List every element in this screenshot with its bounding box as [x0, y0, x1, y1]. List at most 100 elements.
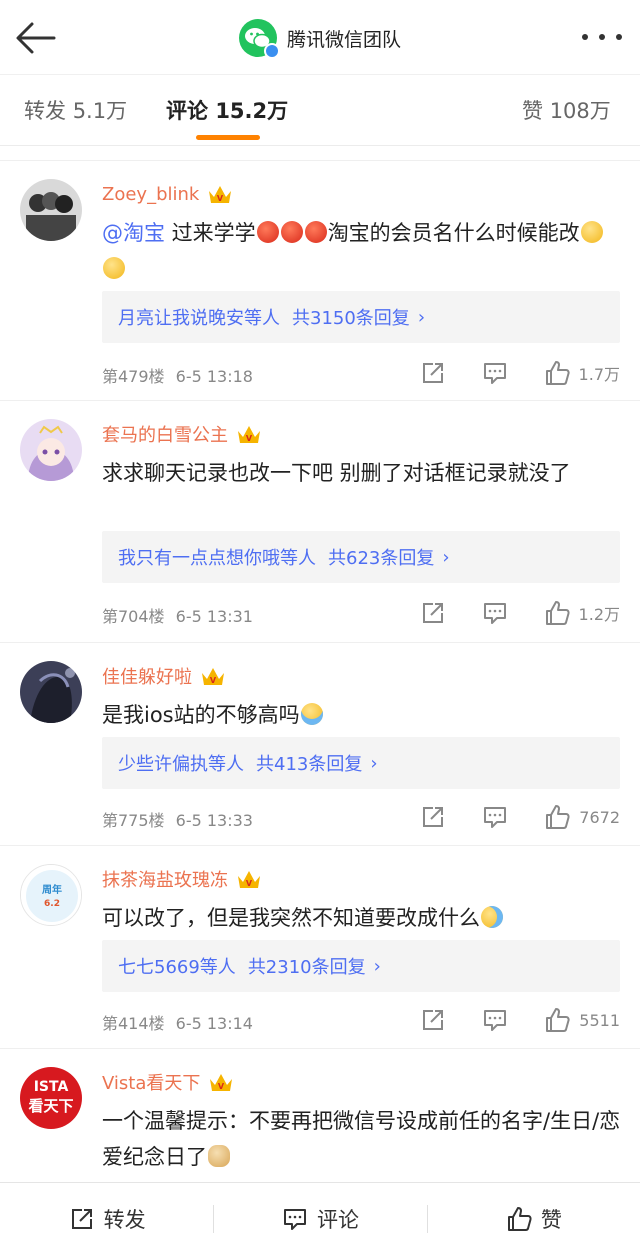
- tab-like[interactable]: 赞 108万: [522, 95, 611, 125]
- tab-repost[interactable]: 转发 5.1万: [24, 95, 127, 125]
- avatar[interactable]: ISTA 看天下: [20, 1067, 82, 1129]
- username[interactable]: 佳佳躲好啦: [102, 663, 192, 689]
- timestamp: 6-5 13:18: [175, 367, 253, 386]
- comment-actions: 1.7万: [387, 359, 620, 387]
- avatar-title: 看天下: [28, 1097, 73, 1115]
- shush-emoji-icon: [580, 221, 603, 243]
- comment-icon[interactable]: [481, 599, 511, 627]
- comment-text-part: 是我ios站的不够高吗: [102, 703, 300, 727]
- crying-emoji-icon: [300, 703, 323, 725]
- comment-meta: 第479楼 6-5 13:18: [102, 363, 253, 387]
- reply-summary[interactable]: 我只有一点点想你哦等人 共623条回复 ›: [102, 531, 620, 583]
- svg-text:V: V: [217, 194, 224, 203]
- like-count: 7672: [579, 807, 620, 827]
- avatar[interactable]: [20, 419, 82, 481]
- tab-comment[interactable]: 评论 15.2万: [166, 95, 288, 125]
- like-icon[interactable]: [543, 803, 573, 831]
- like-icon[interactable]: [543, 1006, 573, 1034]
- tab-bar: 转发 5.1万 评论 15.2万 赞 108万: [0, 74, 640, 146]
- like-button[interactable]: 赞: [426, 1183, 640, 1254]
- reply-count: 共413条回复: [256, 754, 363, 775]
- username[interactable]: 套马的白雪公主: [102, 421, 228, 447]
- tab-repost-label: 转发: [24, 99, 66, 123]
- share-icon[interactable]: [419, 599, 449, 627]
- reply-users: 七七5669等人: [118, 957, 236, 978]
- reply-summary[interactable]: 少些许偏执等人 共413条回复 ›: [102, 737, 620, 789]
- bottom-action-bar: 转发 评论 赞: [0, 1182, 640, 1254]
- comment-text-part: 过来学学: [165, 221, 256, 245]
- timestamp: 6-5 13:14: [175, 1014, 253, 1033]
- comment-actions: 1.2万: [387, 599, 620, 627]
- share-icon[interactable]: [419, 359, 449, 387]
- comment-icon[interactable]: [481, 803, 511, 831]
- like-label: 赞: [540, 1207, 562, 1232]
- tab-like-count: 108万: [549, 99, 611, 123]
- username-row: 套马的白雪公主 V: [102, 419, 262, 449]
- like-icon: [507, 1206, 532, 1231]
- username-row: 佳佳躲好啦 V: [102, 661, 226, 691]
- chevron-right-icon: ›: [370, 752, 378, 774]
- svg-text:V: V: [246, 434, 253, 443]
- svg-text:V: V: [210, 676, 217, 685]
- reply-users: 月亮让我说晚安等人: [118, 308, 280, 329]
- wechat-logo-icon: [238, 19, 280, 59]
- active-tab-indicator: [196, 135, 260, 140]
- comment-item: 套马的白雪公主 V 求求聊天记录也改一下吧 别删了对话框记录就没了 我只有一点点…: [0, 400, 640, 642]
- vip-crown-icon: V: [236, 423, 262, 445]
- vip-crown-icon: V: [200, 665, 226, 687]
- comment-item: 周年 6.2 抹茶海盐玫瑰冻 V 可以改了，但是我突然不知道要改成什么 七七56…: [0, 845, 640, 1048]
- avatar[interactable]: 周年 6.2: [20, 864, 82, 926]
- avatar[interactable]: [20, 179, 82, 241]
- repost-button[interactable]: 转发: [0, 1183, 213, 1254]
- username[interactable]: Zoey_blink: [102, 184, 199, 205]
- tab-comment-label: 评论: [166, 99, 208, 123]
- share-icon[interactable]: [419, 1006, 449, 1034]
- reply-count: 共2310条回复: [247, 957, 366, 978]
- comment-list: Zoey_blink V @淘宝 过来学学 淘宝的会员名什么时候能改 月亮让我说晚…: [0, 160, 640, 1218]
- like-count: 1.7万: [578, 365, 620, 384]
- comment-icon: [283, 1208, 306, 1230]
- username[interactable]: Vista看天下: [102, 1069, 200, 1095]
- reply-count: 共623条回复: [328, 548, 435, 569]
- laughing-crying-emoji-icon: [481, 906, 503, 928]
- comment-text-part: 一个温馨提示：不要再把微信号设成前任的名字/生日/恋爱纪念日了: [102, 1109, 621, 1169]
- like-icon[interactable]: [543, 359, 573, 387]
- like-count: 5511: [579, 1010, 620, 1030]
- comment-meta: 第704楼 6-5 13:31: [102, 603, 253, 627]
- comment-actions: 5511: [387, 1006, 620, 1034]
- reply-summary[interactable]: 七七5669等人 共2310条回复 ›: [102, 940, 620, 992]
- chevron-right-icon: ›: [442, 546, 450, 568]
- reply-users: 少些许偏执等人: [118, 754, 244, 775]
- comment-item: 佳佳躲好啦 V 是我ios站的不够高吗 少些许偏执等人 共413条回复 › 第7…: [0, 642, 640, 845]
- comment-text-part: 可以改了，但是我突然不知道要改成什么: [102, 906, 480, 930]
- tab-comment-count: 15.2万: [215, 99, 289, 123]
- like-icon[interactable]: [543, 599, 573, 627]
- svg-text:V: V: [218, 1082, 225, 1091]
- vip-crown-icon: V: [208, 1071, 234, 1093]
- username-row: Zoey_blink V: [102, 179, 233, 209]
- comment-text: 求求聊天记录也改一下吧 别删了对话框记录就没了: [102, 461, 571, 485]
- angry-emoji-icon: [280, 221, 303, 243]
- comment-button[interactable]: 评论: [213, 1183, 426, 1254]
- doge-emoji-icon: [208, 1145, 230, 1167]
- tab-repost-count: 5.1万: [72, 99, 128, 123]
- tab-like-label: 赞: [522, 99, 543, 123]
- mention-link[interactable]: @淘宝: [102, 221, 165, 245]
- reply-count: 共3150条回复: [292, 308, 410, 329]
- more-options-icon[interactable]: [582, 30, 622, 44]
- comment-text: 可以改了，但是我突然不知道要改成什么: [102, 900, 622, 936]
- chevron-right-icon: ›: [373, 955, 381, 977]
- comment-item: Zoey_blink V @淘宝 过来学学 淘宝的会员名什么时候能改 月亮让我说晚…: [0, 160, 640, 400]
- avatar[interactable]: [20, 661, 82, 723]
- vip-crown-icon: V: [236, 868, 262, 890]
- floor-number: 第414楼: [102, 1014, 165, 1033]
- comment-icon[interactable]: [481, 1006, 511, 1034]
- comment-text: 一个温馨提示：不要再把微信号设成前任的名字/生日/恋爱纪念日了: [102, 1103, 622, 1175]
- share-icon[interactable]: [419, 803, 449, 831]
- comment-icon[interactable]: [481, 359, 511, 387]
- timestamp: 6-5 13:33: [175, 811, 253, 830]
- comment-actions: 7672: [387, 803, 620, 831]
- reply-summary[interactable]: 月亮让我说晚安等人 共3150条回复 ›: [102, 291, 620, 343]
- comment-label: 评论: [316, 1207, 359, 1232]
- username[interactable]: 抹茶海盐玫瑰冻: [102, 866, 228, 892]
